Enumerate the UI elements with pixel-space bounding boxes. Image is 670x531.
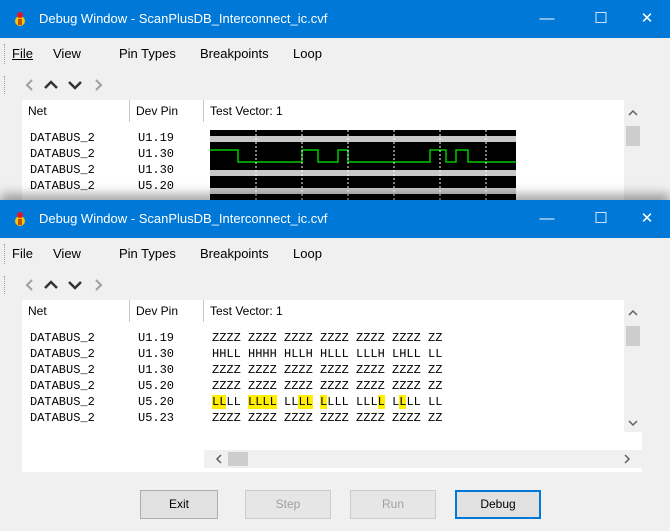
title-bar[interactable]: Debug Window - ScanPlusDB_Interconnect_i… [0, 200, 670, 238]
first-arrow-icon[interactable] [18, 274, 40, 296]
vector-group-6: L [399, 395, 407, 409]
toolbar [0, 270, 670, 300]
up-arrow-icon[interactable] [40, 274, 62, 296]
vector-group-1: LL [212, 395, 227, 409]
column-header-dev-pin[interactable]: Dev Pin [130, 100, 204, 122]
up-arrow-icon[interactable] [40, 74, 62, 96]
menu-bar: File View Pin Types Breakpoints Loop [0, 238, 670, 271]
vertical-scrollbar[interactable] [624, 300, 642, 432]
title-bar[interactable]: Debug Window - ScanPlusDB_Interconnect_i… [0, 0, 670, 38]
scroll-thumb[interactable] [626, 326, 640, 346]
vertical-scrollbar[interactable] [624, 100, 642, 205]
step-button[interactable]: Step [245, 490, 331, 519]
menu-loop[interactable]: Loop [293, 246, 322, 261]
menu-view[interactable]: View [53, 46, 81, 61]
debug-window-back: Debug Window - ScanPlusDB_Interconnect_i… [0, 0, 670, 205]
scroll-right-icon[interactable] [618, 450, 636, 468]
debug-button[interactable]: Debug [455, 490, 541, 519]
minimize-button[interactable]: — [524, 200, 570, 238]
toolbar-grip [4, 276, 7, 294]
hscroll-thumb[interactable] [228, 452, 248, 466]
exit-button[interactable]: Exit [140, 490, 218, 519]
menu-breakpoints[interactable]: Breakpoints [200, 46, 269, 61]
vector-group-2: LLLL [248, 395, 277, 409]
down-arrow-icon[interactable] [64, 74, 86, 96]
toolbar [0, 70, 670, 100]
vector-group-4: L [320, 395, 328, 409]
column-header-net[interactable]: Net [22, 100, 130, 122]
scroll-left-icon[interactable] [210, 450, 228, 468]
down-arrow-icon[interactable] [64, 274, 86, 296]
scroll-up-icon[interactable] [624, 304, 642, 322]
app-icon [15, 212, 25, 226]
maximize-button[interactable]: ☐ [578, 0, 624, 38]
waveform-display [210, 130, 516, 205]
column-header-net[interactable]: Net [22, 300, 130, 322]
menu-file[interactable]: File [12, 46, 33, 61]
menu-pin-types[interactable]: Pin Types [119, 246, 176, 261]
menu-grip [4, 244, 7, 264]
minimize-button[interactable]: — [524, 0, 570, 38]
column-header-test-vector[interactable]: Test Vector: 1 [204, 100, 622, 122]
run-button[interactable]: Run [350, 490, 436, 519]
horizontal-scrollbar[interactable] [204, 450, 642, 468]
menu-pin-types[interactable]: Pin Types [119, 46, 176, 61]
maximize-button[interactable]: ☐ [578, 200, 624, 238]
window-title: Debug Window - ScanPlusDB_Interconnect_i… [39, 211, 328, 226]
menu-view[interactable]: View [53, 246, 81, 261]
menu-breakpoints[interactable]: Breakpoints [200, 246, 269, 261]
menu-loop[interactable]: Loop [293, 46, 322, 61]
vector-group-3: LL [298, 395, 313, 409]
app-icon [15, 12, 25, 26]
close-button[interactable]: ✕ [624, 200, 670, 238]
debug-window-front: Debug Window - ScanPlusDB_Interconnect_i… [0, 200, 670, 531]
column-header-dev-pin[interactable]: Dev Pin [130, 300, 204, 322]
vector-view-front: Net Dev Pin Test Vector: 1 DATABUS_2 U1.1… [22, 300, 642, 472]
window-title: Debug Window - ScanPlusDB_Interconnect_i… [39, 11, 328, 26]
vector-group-5: L [377, 395, 385, 409]
vector-view-back: Net Dev Pin Test Vector: 1 DATABUS_2 U1.1… [22, 100, 642, 205]
last-arrow-icon[interactable] [88, 274, 110, 296]
column-header-test-vector[interactable]: Test Vector: 1 [204, 300, 622, 322]
menu-bar: File View Pin Types Breakpoints Loop [0, 38, 670, 71]
menu-file[interactable]: File [12, 246, 33, 261]
scroll-down-icon[interactable] [624, 414, 642, 432]
menu-grip [4, 44, 7, 64]
toolbar-grip [4, 76, 7, 94]
last-arrow-icon[interactable] [88, 74, 110, 96]
scroll-thumb[interactable] [626, 126, 640, 146]
close-button[interactable]: ✕ [624, 0, 670, 38]
scroll-up-icon[interactable] [624, 104, 642, 122]
highlighted-vector: LLLL LLLL LLLL LLLL LLLL LLLL LL [212, 395, 443, 409]
first-arrow-icon[interactable] [18, 74, 40, 96]
